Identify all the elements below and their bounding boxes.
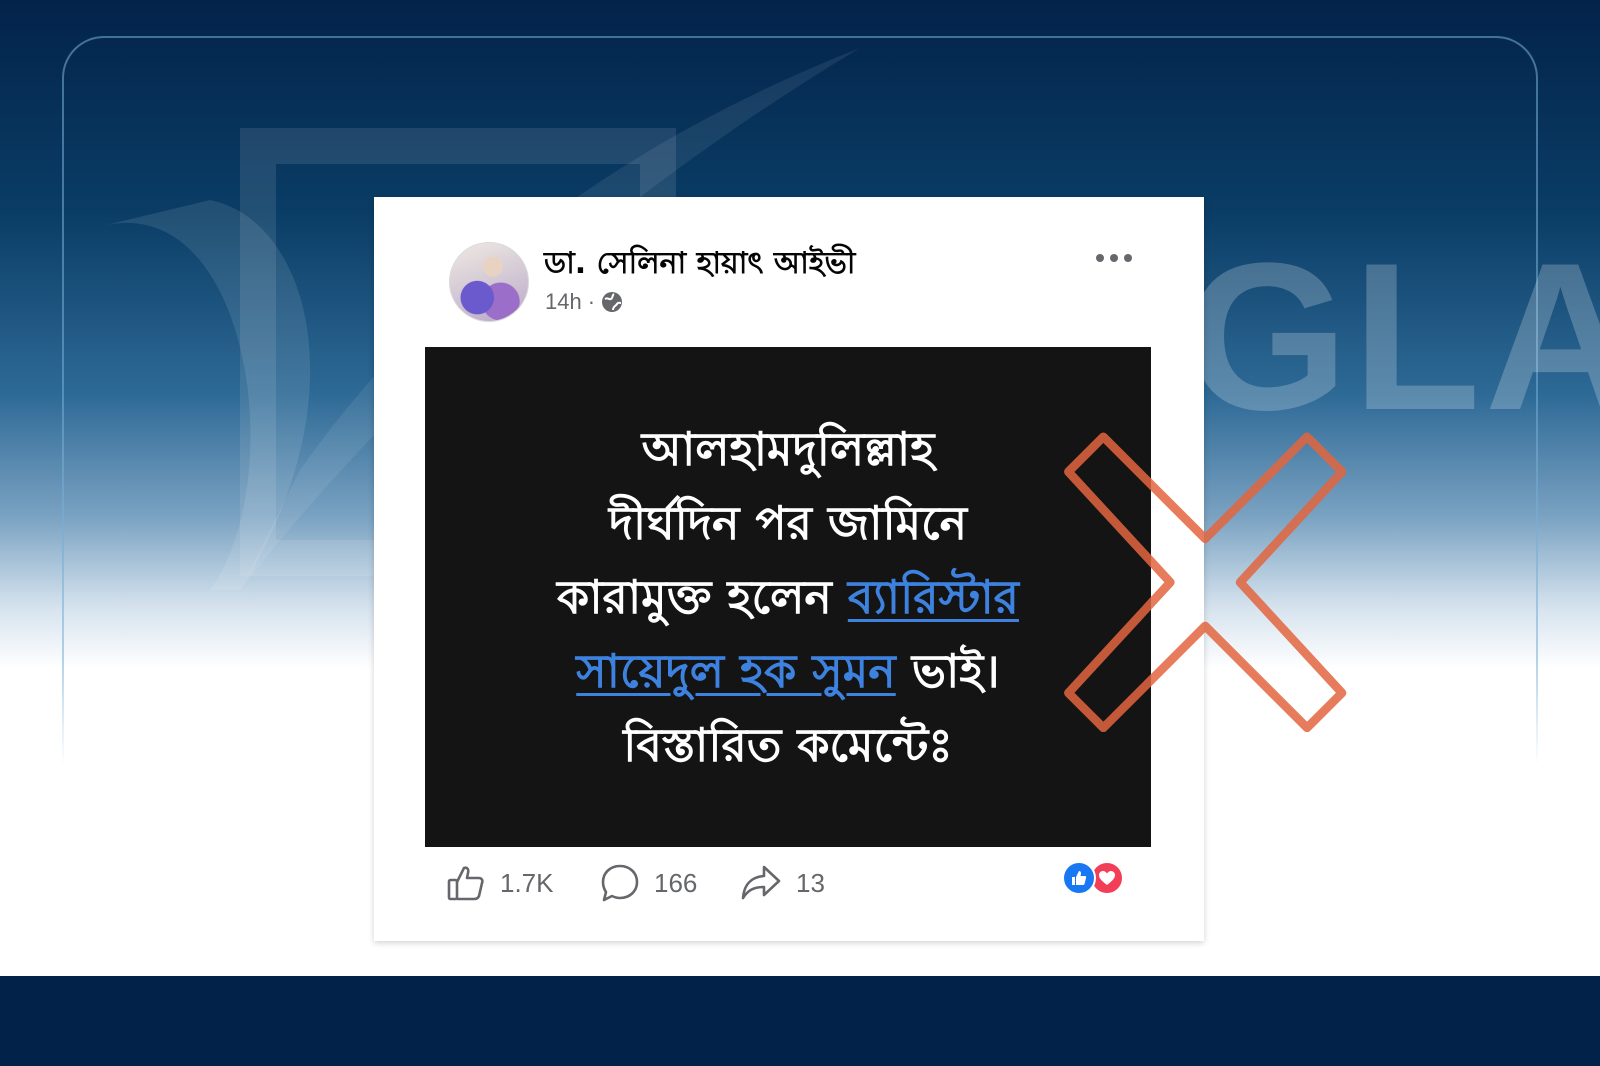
more-options-button[interactable] <box>1092 245 1136 271</box>
reaction-summary[interactable] <box>1062 861 1132 897</box>
image-text-segment: ভাই। <box>895 644 1000 698</box>
image-text-line: কারামুক্ত হলেন ব্যারিস্টার <box>448 560 1128 634</box>
highlighted-name: সায়েদুল হক সুমন <box>576 644 896 698</box>
post-timestamp[interactable]: 14h <box>545 289 582 315</box>
image-text-line: দীর্ঘদিন পর জামিনে <box>608 496 968 550</box>
author-avatar[interactable] <box>449 242 529 322</box>
comment-count: 166 <box>654 867 698 898</box>
post-image[interactable]: আলহামদুলিল্লাহ দীর্ঘদিন পর জামিনে কারামু… <box>425 347 1151 847</box>
watermark-text: GLA <box>1185 219 1600 454</box>
image-text-segment: কারামুক্ত হলেন <box>557 570 848 624</box>
globe-icon <box>601 291 623 313</box>
comment-bubble-icon <box>601 864 639 902</box>
post-image-text: আলহামদুলিল্লাহ দীর্ঘদিন পর জামিনে কারামু… <box>448 412 1128 782</box>
more-dots-icon <box>1096 254 1104 262</box>
share-arrow-icon <box>741 865 781 900</box>
footer-band <box>0 976 1600 1066</box>
image-text-line: বিস্তারিত কমেন্টেঃ <box>623 718 953 772</box>
like-count: 1.7K <box>500 867 554 898</box>
like-button[interactable]: 1.7K <box>446 863 554 903</box>
social-post-card: ডা. সেলিনা হায়াৎ আইভী 14h · আলহামদুলিল্… <box>374 197 1204 941</box>
comment-button[interactable]: 166 <box>600 863 697 903</box>
meta-separator: · <box>587 289 596 314</box>
thumbs-up-icon <box>447 866 484 901</box>
post-meta: 14h · <box>545 289 623 315</box>
like-reaction-icon <box>1062 861 1096 895</box>
share-count: 13 <box>796 867 825 898</box>
highlighted-name: ব্যারিস্টার <box>847 570 1019 624</box>
image-text-line: আলহামদুলিল্লাহ <box>641 422 935 476</box>
image-text-line: সায়েদুল হক সুমন ভাই। <box>448 634 1128 708</box>
author-name[interactable]: ডা. সেলিনা হায়াৎ আইভী <box>544 239 855 290</box>
share-button[interactable]: 13 <box>740 863 825 903</box>
post-actions-bar: 1.7K 166 13 <box>446 851 1146 919</box>
